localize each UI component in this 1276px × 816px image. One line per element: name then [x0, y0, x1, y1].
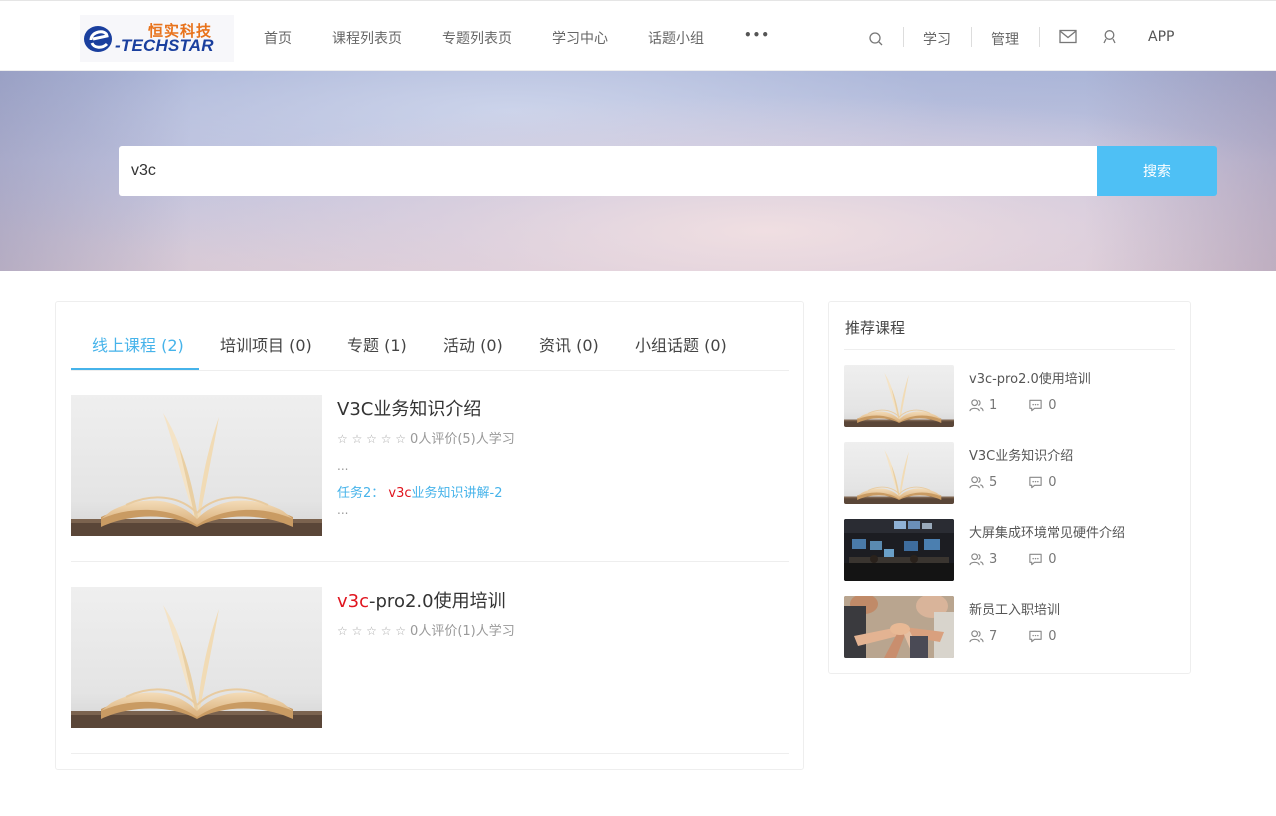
course-title-text: -pro2.0使用培训 — [369, 591, 506, 612]
comment-icon — [1028, 398, 1043, 413]
comment-icon — [1028, 629, 1043, 644]
recommended-course-title[interactable]: 新员工入职培训 — [969, 599, 1060, 618]
active-tab-indicator — [71, 368, 199, 370]
nav-home[interactable]: 首页 — [264, 28, 292, 48]
top-header: 恒实科技 -TECHSTAR 首页 课程列表页 专题列表页 学习中心 话题小组 … — [0, 0, 1276, 71]
tab-activities[interactable]: 活动 (0) — [443, 332, 503, 356]
comment-count: 0 — [1048, 475, 1057, 490]
rating-stars-icon: ☆ ☆ ☆ ☆ ☆ — [337, 432, 407, 446]
excerpt-ellipsis: ... — [337, 503, 349, 517]
student-count: 3 — [989, 552, 998, 567]
search-input[interactable] — [119, 146, 1098, 196]
students-icon — [969, 552, 984, 567]
rating-stars-icon: ☆ ☆ ☆ ☆ ☆ — [337, 624, 407, 638]
course-title[interactable]: V3C业务知识介绍 — [337, 395, 481, 421]
recommended-courses-panel: 推荐课程 v3c-pro2.0使用培训 1 0 V3C业务知识介绍 5 0 大屏… — [828, 301, 1191, 674]
task-highlight: v3c — [388, 486, 412, 501]
header-divider — [1039, 27, 1040, 47]
students-icon — [969, 475, 984, 490]
comment-count: 0 — [1048, 398, 1057, 413]
course-thumbnail[interactable] — [844, 519, 954, 581]
course-stats: 1 0 — [969, 398, 1057, 413]
course-thumbnail[interactable] — [844, 596, 954, 658]
result-tabs: 线上课程 (2) 培训项目 (0) 专题 (1) 活动 (0) 资讯 (0) 小… — [71, 302, 789, 371]
search-icon[interactable] — [868, 31, 884, 47]
course-title-highlight: v3c — [337, 591, 370, 612]
course-task-link[interactable]: 任务2： v3c业务知识讲解-2 — [337, 482, 503, 501]
results-panel: 线上课程 (2) 培训项目 (0) 专题 (1) 活动 (0) 资讯 (0) 小… — [55, 301, 804, 770]
panel-title: 推荐课程 — [845, 319, 906, 337]
search-box — [119, 146, 1098, 196]
rating-text: 0人评价(5)人学习 — [410, 432, 515, 447]
comment-count: 0 — [1048, 552, 1057, 567]
mail-icon[interactable] — [1059, 29, 1077, 44]
student-count: 7 — [989, 629, 998, 644]
task-text: 业务知识讲解-2 — [411, 486, 503, 501]
site-logo[interactable]: 恒实科技 -TECHSTAR — [80, 15, 234, 62]
divider — [844, 349, 1175, 350]
student-count: 1 — [989, 398, 998, 413]
tab-group-topics[interactable]: 小组话题 (0) — [635, 332, 727, 356]
course-thumbnail[interactable] — [71, 395, 322, 536]
students-icon — [969, 398, 984, 413]
search-button[interactable]: 搜索 — [1097, 146, 1217, 196]
recommended-course-item[interactable]: V3C业务知识介绍 5 0 — [844, 442, 1175, 504]
recommended-course-item[interactable]: 大屏集成环境常见硬件介绍 3 0 — [844, 519, 1175, 581]
recommended-course-title[interactable]: V3C业务知识介绍 — [969, 445, 1073, 464]
nav-more-button[interactable]: ••• — [744, 28, 770, 42]
comment-count: 0 — [1048, 629, 1057, 644]
nav-learning-center[interactable]: 学习中心 — [552, 28, 608, 48]
course-thumbnail[interactable] — [844, 365, 954, 427]
app-link[interactable]: APP — [1148, 29, 1174, 45]
course-rating: ☆ ☆ ☆ ☆ ☆ 0人评价(5)人学习 — [337, 428, 515, 447]
logo-en-text: -TECHSTAR — [115, 36, 214, 55]
comment-icon — [1028, 475, 1043, 490]
recommended-course-item[interactable]: v3c-pro2.0使用培训 1 0 — [844, 365, 1175, 427]
students-icon — [969, 629, 984, 644]
course-thumbnail[interactable] — [844, 442, 954, 504]
manage-link[interactable]: 管理 — [991, 29, 1019, 49]
course-stats: 5 0 — [969, 475, 1057, 490]
course-result-item: v3c-pro2.0使用培训 ☆ ☆ ☆ ☆ ☆ 0人评价(1)人学习 — [71, 587, 789, 754]
tab-news[interactable]: 资讯 (0) — [539, 332, 599, 356]
tab-topics[interactable]: 专题 (1) — [347, 332, 407, 356]
search-banner: 搜索 — [0, 71, 1276, 271]
nav-course-list[interactable]: 课程列表页 — [332, 28, 402, 48]
header-divider — [971, 27, 972, 47]
recommended-course-title[interactable]: v3c-pro2.0使用培训 — [969, 368, 1091, 387]
task-prefix: 任务2： — [337, 486, 389, 501]
course-stats: 7 0 — [969, 629, 1057, 644]
learn-link[interactable]: 学习 — [923, 29, 951, 49]
excerpt-ellipsis: ... — [337, 459, 349, 473]
course-result-item: V3C业务知识介绍 ☆ ☆ ☆ ☆ ☆ 0人评价(5)人学习 ... 任务2： v… — [71, 395, 789, 562]
course-stats: 3 0 — [969, 552, 1057, 567]
tab-online-courses[interactable]: 线上课程 (2) — [92, 332, 184, 356]
header-divider — [903, 27, 904, 47]
course-title-text: V3C业务知识介绍 — [337, 399, 482, 420]
course-title[interactable]: v3c-pro2.0使用培训 — [337, 587, 506, 613]
user-icon[interactable] — [1102, 29, 1117, 45]
comment-icon — [1028, 552, 1043, 567]
rating-text: 0人评价(1)人学习 — [410, 624, 515, 639]
logo-e-icon — [84, 26, 112, 52]
recommended-course-item[interactable]: 新员工入职培训 7 0 — [844, 596, 1175, 658]
nav-topic-groups[interactable]: 话题小组 — [648, 28, 704, 48]
tab-training-projects[interactable]: 培训项目 (0) — [220, 332, 312, 356]
course-thumbnail[interactable] — [71, 587, 322, 728]
nav-topic-list[interactable]: 专题列表页 — [442, 28, 512, 48]
recommended-course-title[interactable]: 大屏集成环境常见硬件介绍 — [969, 522, 1125, 541]
student-count: 5 — [989, 475, 998, 490]
course-rating: ☆ ☆ ☆ ☆ ☆ 0人评价(1)人学习 — [337, 620, 515, 639]
